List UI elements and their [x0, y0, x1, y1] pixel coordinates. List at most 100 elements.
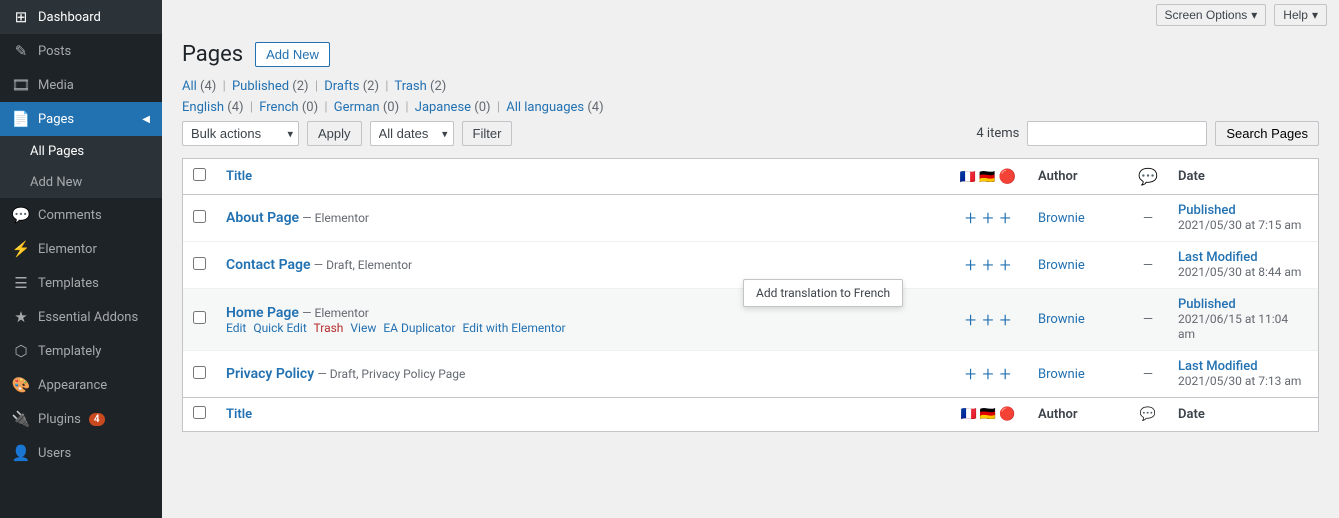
row-1-add-jp-btn[interactable]: + — [1000, 208, 1011, 228]
filter-button[interactable]: Filter — [462, 121, 513, 146]
title-sort-link[interactable]: Title — [226, 169, 252, 184]
row-2-author-link[interactable]: Brownie — [1038, 258, 1085, 273]
apply-button[interactable]: Apply — [307, 121, 362, 146]
sidebar-item-users[interactable]: 👤 Users — [0, 436, 162, 470]
title-column-header: Title — [216, 159, 948, 195]
sidebar-item-plugins[interactable]: 🔌 Plugins 4 — [0, 402, 162, 436]
row-1-comments-dash: — — [1143, 211, 1153, 226]
toolbar-right: 4 items Search Pages — [976, 121, 1319, 146]
row-1-add-de-btn[interactable]: + — [982, 208, 993, 228]
table-row: About Page — Elementor + + + Brownie — [183, 195, 1318, 242]
row-4-flags-cell: + + + — [948, 351, 1028, 398]
row-4-date-cell: Last Modified 2021/05/30 at 7:13 am — [1168, 351, 1318, 398]
sidebar-item-templates[interactable]: ☰ Templates — [0, 266, 162, 300]
row-3-add-jp-btn[interactable]: + — [1000, 310, 1011, 330]
contact-page-link[interactable]: Contact Page — [226, 257, 311, 273]
row-1-author-link[interactable]: Brownie — [1038, 211, 1085, 226]
home-quick-edit-link[interactable]: Quick Edit — [253, 321, 306, 335]
sidebar-item-posts[interactable]: ✎ Posts — [0, 34, 162, 68]
page-title: Pages — [182, 42, 243, 67]
about-page-link[interactable]: About Page — [226, 210, 299, 226]
row-3-add-de-btn[interactable]: + — [982, 310, 993, 330]
select-all-checkbox[interactable] — [193, 168, 206, 181]
home-edit-link[interactable]: Edit — [226, 321, 246, 335]
home-trash-link[interactable]: Trash — [314, 321, 344, 335]
sidebar-item-elementor[interactable]: ⚡ Elementor — [0, 232, 162, 266]
date-filter-select[interactable]: All dates — [370, 121, 454, 146]
sidebar-item-comments[interactable]: 💬 Comments — [0, 198, 162, 232]
table-row: Privacy Policy — Draft, Privacy Policy P… — [183, 351, 1318, 398]
row-4-comments-cell: — — [1128, 351, 1168, 398]
row-4-author-link[interactable]: Brownie — [1038, 367, 1085, 382]
row-2-checkbox[interactable] — [193, 257, 206, 270]
help-chevron-icon: ▾ — [1312, 8, 1318, 22]
row-1-checkbox[interactable] — [193, 210, 206, 223]
footer-author-cell: Author — [1028, 398, 1128, 432]
footer-select-all-checkbox[interactable] — [193, 406, 206, 419]
filter-japanese-link[interactable]: Japanese (0) — [415, 100, 491, 115]
filter-all-link[interactable]: All (4) — [182, 79, 216, 94]
sidebar-item-dashboard[interactable]: ⊞ Dashboard — [0, 0, 162, 34]
bulk-actions-select[interactable]: Bulk actions Edit Move to Trash — [182, 121, 299, 146]
home-page-meta: — Elementor — [302, 306, 369, 320]
pages-submenu: All Pages Add New — [0, 136, 162, 198]
appearance-icon: 🎨 — [12, 376, 30, 394]
screen-options-chevron-icon: ▾ — [1251, 8, 1257, 22]
sidebar-item-essential-addons[interactable]: ★ Essential Addons — [0, 300, 162, 334]
home-edit-with-elementor-link[interactable]: Edit with Elementor — [463, 321, 566, 335]
add-new-pages-label: Add New — [30, 175, 82, 190]
flag-jp-header: 🔴 — [999, 169, 1016, 185]
sidebar: ⊞ Dashboard ✎ Posts 🎞 Media 📄 Pages ◀ Al… — [0, 0, 162, 518]
sidebar-label-essential-addons: Essential Addons — [38, 310, 138, 325]
row-1-date-cell: Published 2021/05/30 at 7:15 am — [1168, 195, 1318, 242]
row-1-date-status: Published — [1178, 203, 1236, 218]
row-4-add-fr-btn[interactable]: + — [965, 364, 976, 384]
filter-drafts-link[interactable]: Drafts (2) — [324, 79, 379, 94]
filter-german-link[interactable]: German (0) — [334, 100, 399, 115]
sidebar-item-templately[interactable]: ⬡ Templately — [0, 334, 162, 368]
row-4-add-jp-btn[interactable]: + — [1000, 364, 1011, 384]
row-1-add-fr-btn[interactable]: + — [965, 208, 976, 228]
home-page-link[interactable]: Home Page — [226, 305, 299, 321]
table-footer-row: Title 🇫🇷 🇩🇪 🔴 Author 💬 — [183, 398, 1318, 432]
sidebar-label-pages: Pages — [38, 112, 74, 127]
sidebar-subitem-all-pages[interactable]: All Pages — [0, 136, 162, 167]
search-pages-button[interactable]: Search Pages — [1215, 121, 1319, 146]
sidebar-item-appearance[interactable]: 🎨 Appearance — [0, 368, 162, 402]
elementor-icon: ⚡ — [12, 240, 30, 258]
add-new-button[interactable]: Add New — [255, 42, 330, 67]
search-input[interactable] — [1027, 121, 1207, 146]
sidebar-item-pages[interactable]: 📄 Pages ◀ — [0, 102, 162, 136]
filter-published-link[interactable]: Published (2) — [232, 79, 309, 94]
help-button[interactable]: Help ▾ — [1274, 4, 1327, 26]
home-view-link[interactable]: View — [350, 321, 376, 335]
table-toolbar: Bulk actions Edit Move to Trash Apply Al… — [182, 121, 1319, 146]
row-3-author-cell: Brownie — [1028, 289, 1128, 351]
row-3-checkbox[interactable] — [193, 311, 206, 324]
row-4-add-de-btn[interactable]: + — [982, 364, 993, 384]
sidebar-subitem-add-new[interactable]: Add New — [0, 167, 162, 198]
row-4-checkbox[interactable] — [193, 366, 206, 379]
row-2-add-jp-btn[interactable]: + — [1000, 255, 1011, 275]
filter-french-link[interactable]: French (0) — [259, 100, 318, 115]
sidebar-label-plugins: Plugins — [38, 412, 81, 427]
row-2-comments-cell: — — [1128, 242, 1168, 289]
home-ea-duplicator-link[interactable]: EA Duplicator — [383, 321, 455, 335]
filter-english-link[interactable]: English (4) — [182, 100, 244, 115]
row-3-author-link[interactable]: Brownie — [1038, 312, 1085, 327]
row-3-add-fr-btn[interactable]: + — [965, 310, 976, 330]
row-2-add-fr-btn[interactable]: + — [965, 253, 976, 277]
privacy-page-link[interactable]: Privacy Policy — [226, 366, 314, 382]
screen-options-label: Screen Options — [1165, 8, 1248, 22]
footer-title-link[interactable]: Title — [226, 407, 252, 422]
filter-all-languages-link[interactable]: All languages (4) — [506, 100, 603, 115]
add-translation-tooltip: Add translation to French — [743, 279, 903, 307]
row-2-date-status: Last Modified — [1178, 250, 1258, 265]
row-1-title-cell: About Page — Elementor — [216, 195, 948, 242]
users-icon: 👤 — [12, 444, 30, 462]
row-4-author-cell: Brownie — [1028, 351, 1128, 398]
row-2-add-de-btn[interactable]: + — [982, 255, 993, 275]
filter-trash-link[interactable]: Trash (2) — [394, 79, 446, 94]
screen-options-button[interactable]: Screen Options ▾ — [1156, 4, 1267, 26]
sidebar-item-media[interactable]: 🎞 Media — [0, 68, 162, 102]
